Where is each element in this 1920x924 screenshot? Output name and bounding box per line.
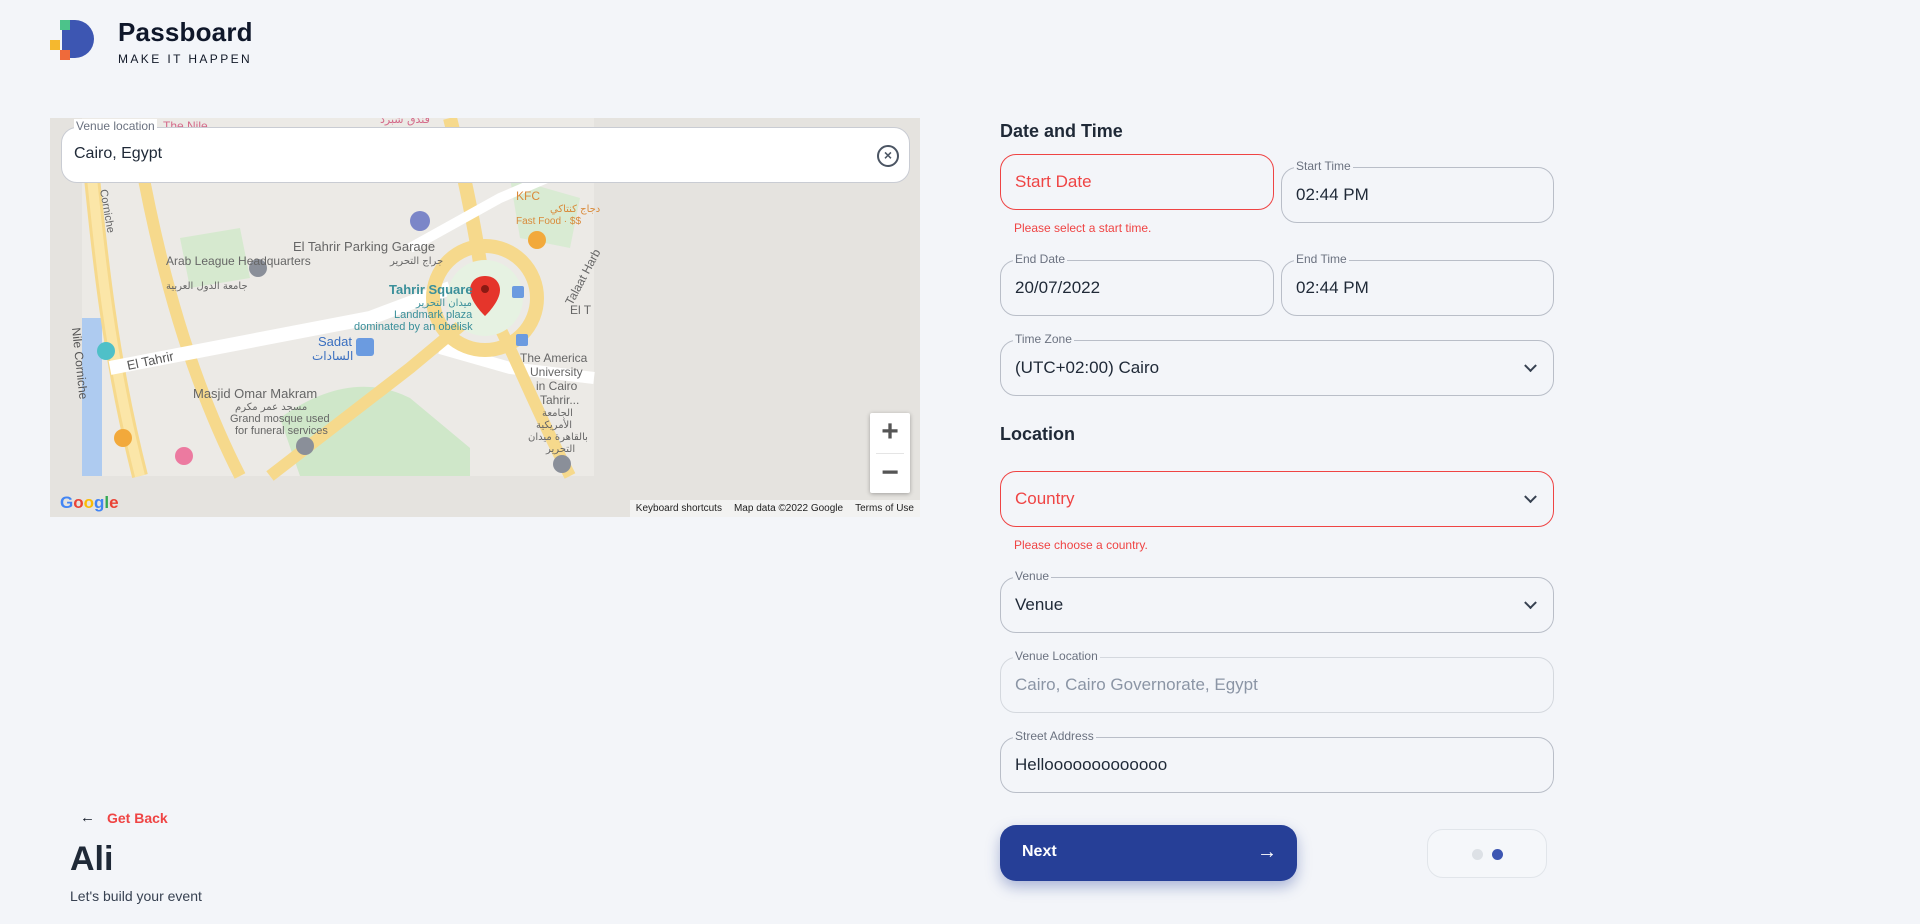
time-zone-value: (UTC+02:00) Cairo (1015, 358, 1160, 377)
map-label-sadat-ar: السادات (312, 349, 353, 363)
map-label-arab-league: Arab League Headquarters (166, 254, 311, 268)
start-date-placeholder: Start Date (1015, 172, 1092, 191)
map-attribution: Keyboard shortcuts Map data ©2022 Google… (629, 500, 920, 517)
step-dot-1[interactable] (1472, 849, 1483, 860)
start-time-field[interactable]: Start Time 02:44 PM (1281, 159, 1554, 223)
map-label-tahrir-sub2: dominated by an obelisk (354, 321, 473, 333)
user-name: Ali (70, 840, 114, 878)
map-label-kfc-sub: Fast Food · $$ (516, 216, 581, 227)
map-label-auc-4: Tahrir... (540, 393, 579, 407)
venue-label: Venue (1013, 569, 1052, 583)
map-zoom-controls: + − (870, 413, 910, 493)
chevron-down-icon (1524, 596, 1537, 610)
map-label-auc-1: The America (520, 351, 588, 365)
start-time-label: Start Time (1294, 159, 1353, 173)
country-error: Please choose a country. (1014, 538, 1148, 552)
venue-location-search[interactable]: Venue location × (61, 119, 910, 183)
map-label-tahrir-ar: ميدان التحرير (415, 298, 472, 309)
map-label-tahrir: Tahrir Square (389, 282, 473, 297)
map-label-arab-league-ar: جامعة الدول العربية (166, 281, 248, 292)
page-subtitle: Let's build your event (70, 888, 202, 904)
next-button[interactable]: Next → (1000, 825, 1297, 881)
keyboard-shortcuts-link[interactable]: Keyboard shortcuts (636, 503, 722, 514)
next-button-label: Next (1022, 843, 1057, 860)
zoom-in-button[interactable]: + (870, 413, 910, 453)
map-label-omar: Masjid Omar Makram (193, 386, 317, 401)
street-address-value: Hellooooooooooooo (1015, 755, 1168, 774)
brand-logo: Passboard MAKE IT HAPPEN (50, 18, 253, 66)
venue-location-field: Venue Location Cairo, Cairo Governorate,… (1000, 649, 1554, 713)
map-label-kfc: KFC (516, 189, 540, 203)
venue-map[interactable]: Corniche Nile Corniche The Nile فندق شبر… (50, 118, 920, 517)
end-date-label: End Date (1013, 252, 1068, 266)
map-label-auc-2: University (530, 365, 583, 379)
map-label-auc-ar-2: الأمريكية (536, 418, 572, 431)
venue-value: Venue (1015, 595, 1064, 614)
map-label-kfc-ar: دجاج كنتاكي (550, 204, 600, 215)
end-date-field[interactable]: End Date 20/07/2022 (1000, 252, 1274, 316)
country-placeholder: Country (1015, 489, 1075, 508)
map-label-auc-ar-3: بالقاهرة ميدان (528, 432, 588, 443)
country-select[interactable]: Country (1000, 471, 1554, 527)
venue-location-label: Venue Location (1013, 649, 1100, 663)
clear-search-icon[interactable]: × (877, 145, 899, 167)
map-label-top-ar: فندق شبرد (380, 118, 430, 126)
arrow-right-icon: → (1257, 841, 1277, 863)
step-dot-2[interactable] (1492, 849, 1503, 860)
date-time-title: Date and Time (1000, 121, 1123, 141)
end-time-value: 02:44 PM (1296, 278, 1369, 297)
map-label-auc-3: in Cairo (536, 379, 578, 393)
street-address-label: Street Address (1013, 729, 1096, 743)
start-time-value: 02:44 PM (1296, 185, 1369, 204)
passboard-logo-icon (50, 18, 96, 60)
venue-select[interactable]: Venue Venue (1000, 569, 1554, 633)
location-title: Location (1000, 424, 1075, 444)
start-date-field[interactable]: Start Date (1000, 154, 1274, 210)
get-back-link[interactable]: ← Get Back (80, 809, 168, 826)
map-label-el-t: El T (570, 303, 592, 317)
map-label-omar-sub2: for funeral services (235, 425, 328, 437)
map-label-auc-ar-1: الجامعة (542, 408, 573, 419)
venue-location-search-input[interactable] (74, 145, 854, 163)
start-date-error: Please select a start time. (1014, 221, 1152, 235)
map-label-parking: El Tahrir Parking Garage (293, 239, 435, 254)
zoom-out-button[interactable]: − (870, 454, 910, 493)
end-time-field[interactable]: End Time 02:44 PM (1281, 252, 1554, 316)
map-label-omar-ar: مسجد عمر مكرم (235, 402, 307, 413)
venue-location-value: Cairo, Cairo Governorate, Egypt (1015, 675, 1258, 694)
map-data-text: Map data ©2022 Google (733, 503, 844, 514)
arrow-left-icon: ← (80, 809, 95, 826)
google-logo: Google (60, 493, 119, 512)
brand-tagline: MAKE IT HAPPEN (118, 52, 253, 66)
map-label-tahrir-sub1: Landmark plaza (394, 309, 473, 321)
chevron-down-icon (1524, 490, 1537, 504)
street-address-field[interactable]: Street Address Hellooooooooooooo (1000, 729, 1554, 793)
end-date-value: 20/07/2022 (1015, 278, 1101, 297)
map-label-sadat: Sadat (318, 334, 352, 349)
brand-name: Passboard (118, 17, 253, 47)
time-zone-label: Time Zone (1013, 332, 1074, 346)
chevron-down-icon (1524, 359, 1537, 373)
terms-of-use-link[interactable]: Terms of Use (855, 503, 914, 514)
event-form: Date and Time Start Date Please select a… (1000, 0, 1554, 924)
get-back-label: Get Back (107, 809, 168, 826)
map-label-omar-sub1: Grand mosque used (230, 413, 330, 425)
map-label-auc-ar-4: التحرير (545, 444, 575, 455)
map-label-parking-ar: جراج التحرير (389, 256, 443, 267)
step-indicator (1427, 829, 1547, 878)
end-time-label: End Time (1294, 252, 1349, 266)
venue-location-search-label: Venue location (74, 119, 157, 133)
time-zone-select[interactable]: Time Zone (UTC+02:00) Cairo (1000, 332, 1554, 396)
